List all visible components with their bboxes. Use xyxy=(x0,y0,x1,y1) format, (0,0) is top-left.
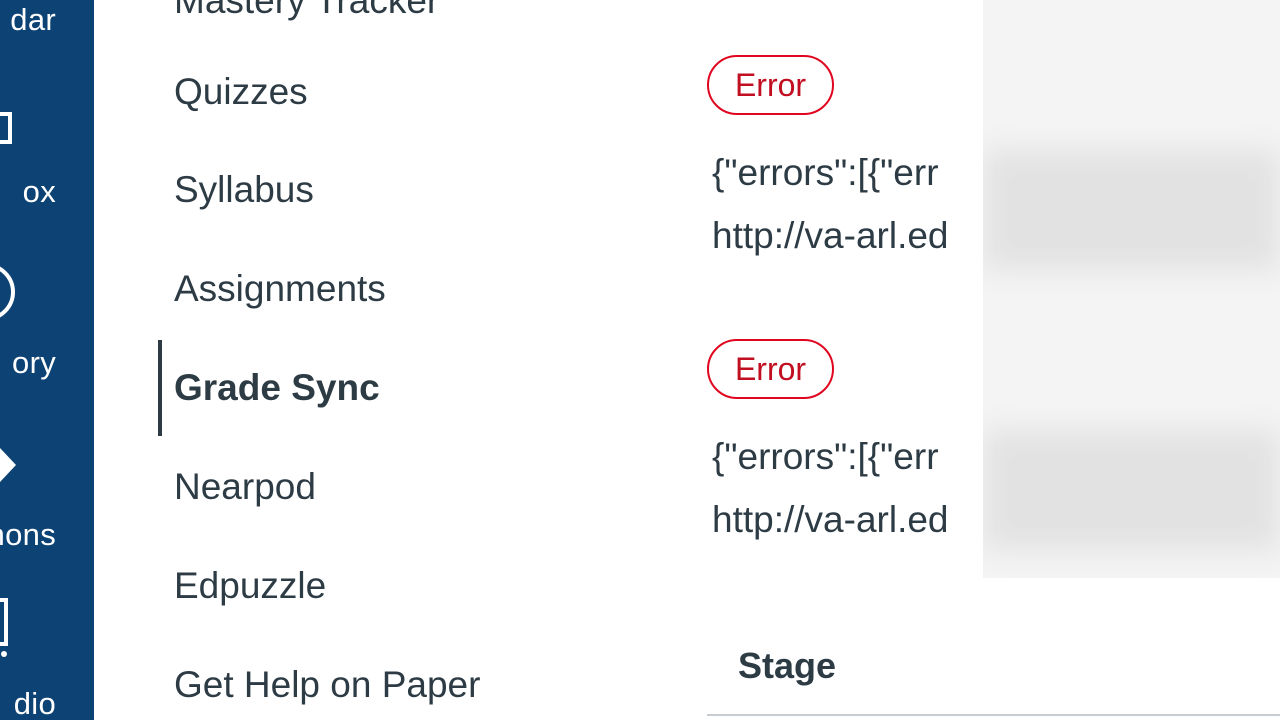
studio-icon[interactable] xyxy=(0,598,16,667)
error-message-url[interactable]: http://va-arl.ed xyxy=(712,215,984,257)
course-nav-grade-sync[interactable]: Grade Sync xyxy=(174,367,380,409)
table-header-stage[interactable]: Stage xyxy=(738,645,836,687)
course-nav-get-help-on-paper[interactable]: Get Help on Paper xyxy=(174,664,480,706)
course-nav-nearpod[interactable]: Nearpod xyxy=(174,466,316,508)
course-nav-mastery-tracker[interactable]: Mastery Tracker xyxy=(174,0,439,22)
global-nav-commons-label[interactable]: mons xyxy=(0,517,56,553)
course-nav: Mastery Tracker Quizzes Syllabus Assignm… xyxy=(94,0,654,720)
course-nav-quizzes[interactable]: Quizzes xyxy=(174,71,308,113)
table-divider xyxy=(707,714,1280,716)
status-badge: Error xyxy=(707,55,834,115)
global-nav-calendar-label[interactable]: dar xyxy=(10,2,56,38)
global-nav: dar ox ory mons dio xyxy=(0,0,94,720)
active-indicator xyxy=(158,340,162,436)
course-nav-syllabus[interactable]: Syllabus xyxy=(174,169,314,211)
app-window: dar ox ory mons dio xyxy=(0,0,1280,720)
course-nav-assignments[interactable]: Assignments xyxy=(174,268,386,310)
course-nav-edpuzzle[interactable]: Edpuzzle xyxy=(174,565,326,607)
redacted-region xyxy=(983,0,1280,578)
global-nav-inbox-label[interactable]: ox xyxy=(23,174,56,210)
global-nav-studio-label[interactable]: dio xyxy=(14,686,56,720)
history-icon[interactable] xyxy=(0,262,18,327)
inbox-icon[interactable] xyxy=(0,92,16,157)
status-badge: Error xyxy=(707,339,834,399)
commons-icon[interactable] xyxy=(0,448,18,487)
error-message-json: {"errors":[{"err xyxy=(712,152,939,193)
error-message-json: {"errors":[{"err xyxy=(712,436,939,477)
global-nav-history-label[interactable]: ory xyxy=(12,345,56,381)
error-message-url[interactable]: http://va-arl.ed xyxy=(712,499,984,541)
